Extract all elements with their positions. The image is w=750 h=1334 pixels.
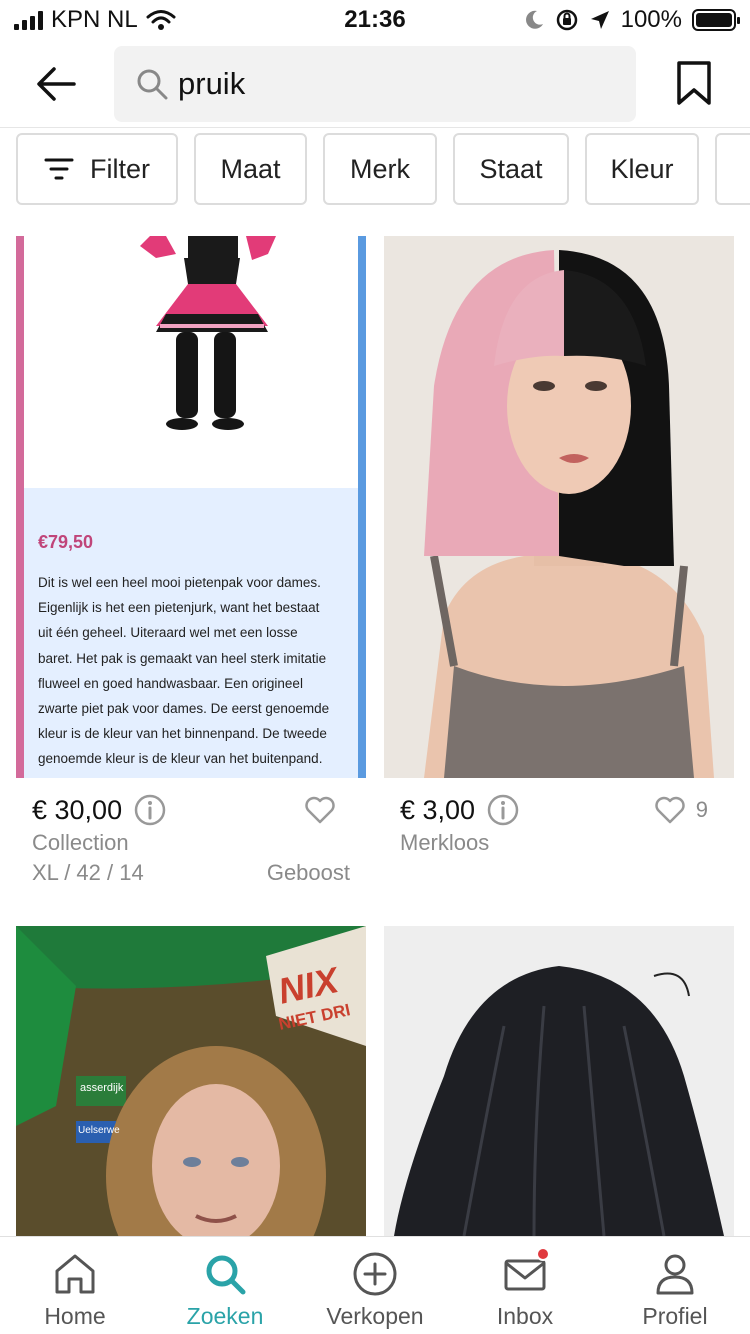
favorite-button[interactable]: 9	[654, 796, 708, 824]
listing-size: XL / 42 / 14	[32, 860, 144, 885]
listing-card[interactable]: € 3,00 9 Merkloos	[384, 236, 734, 886]
listing-image[interactable]: NIX NIET DRI asserdijk Uelserwe	[16, 926, 366, 1236]
favorite-count: 9	[695, 797, 708, 822]
search-input[interactable]: pruik	[114, 46, 636, 122]
listing-card[interactable]: €79,50 Dit is wel een heel mooi pietenpa…	[16, 236, 366, 886]
filter-chip-kleur[interactable]: Kleur	[585, 133, 699, 205]
search-icon	[137, 69, 168, 100]
tab-label: Inbox	[496, 1303, 554, 1329]
status-right: 100%	[523, 6, 740, 34]
moon-icon	[525, 10, 543, 29]
filter-chip-more[interactable]	[715, 133, 750, 205]
listing-price: € 30,00	[32, 794, 123, 825]
tab-label: Profiel	[642, 1303, 708, 1329]
street-sign-1: asserdijk	[80, 1082, 124, 1094]
status-bar: KPN NL 21:36 100%	[0, 0, 750, 40]
bookmark-icon[interactable]	[676, 60, 712, 106]
listing-image[interactable]: €79,50 Dit is wel een heel mooi pietenpa…	[16, 236, 366, 778]
tab-profile[interactable]: Profiel	[600, 1237, 750, 1334]
price-row: € 30,00	[32, 794, 166, 826]
black-wig-photo	[384, 926, 734, 1236]
wig-photo	[384, 236, 734, 778]
tab-label: Zoeken	[186, 1303, 264, 1329]
tab-search[interactable]: Zoeken	[150, 1237, 300, 1334]
filter-chip-maat[interactable]: Maat	[194, 133, 307, 205]
price-row: € 3,00	[400, 794, 519, 826]
listing-image[interactable]	[384, 236, 734, 778]
tab-inbox[interactable]: Inbox	[450, 1237, 600, 1334]
plus-circle-icon	[353, 1252, 397, 1296]
image-border-right	[358, 236, 366, 778]
battery-percent: 100%	[620, 6, 682, 33]
battery-icon	[692, 9, 740, 31]
tab-home[interactable]: Home	[0, 1237, 150, 1334]
listing-card[interactable]	[384, 926, 734, 1236]
description-line: zwarte piet pak voor dames. De eerst gen…	[38, 701, 330, 717]
search-header: pruik	[0, 40, 750, 128]
user-icon	[656, 1254, 694, 1295]
listing-brand: Merkloos	[400, 830, 490, 855]
image-border-left	[16, 236, 24, 778]
location-icon	[590, 11, 609, 29]
description-line: uit één geheel. Uiteraard wel met een lo…	[38, 625, 298, 641]
info-icon[interactable]	[134, 794, 166, 826]
filter-button[interactable]: Filter	[16, 133, 178, 205]
notification-dot	[536, 1247, 550, 1261]
listing-price: € 3,00	[400, 794, 476, 825]
chip-label: Kleur	[610, 153, 674, 184]
boost-label: Geboost	[266, 860, 350, 885]
tab-sell[interactable]: Verkopen	[300, 1237, 450, 1334]
chip-label: Staat	[479, 153, 543, 184]
chip-label: Merk	[350, 153, 410, 184]
description-line: fluweel en goed handwasbaar. Een origine…	[38, 675, 303, 691]
search-query[interactable]: pruik	[178, 66, 245, 102]
listing-brand: Collection	[32, 830, 129, 855]
description-panel: €79,50 Dit is wel een heel mooi pietenpa…	[24, 488, 358, 778]
search-icon	[206, 1255, 246, 1295]
favorite-button[interactable]	[304, 796, 336, 824]
back-arrow-icon[interactable]	[34, 62, 78, 106]
listing-card[interactable]: NIX NIET DRI asserdijk Uelserwe	[16, 926, 366, 1236]
image-price: €79,50	[38, 532, 94, 552]
listing-image[interactable]	[384, 926, 734, 1236]
filter-icon	[44, 158, 74, 180]
filter-chip-staat[interactable]: Staat	[453, 133, 569, 205]
filter-label: Filter	[90, 153, 150, 184]
info-icon[interactable]	[487, 794, 519, 826]
home-icon	[55, 1254, 95, 1294]
filter-chip-merk[interactable]: Merk	[323, 133, 437, 205]
street-sign-2: Uelserwe	[78, 1125, 120, 1136]
image-description: Dit is wel een heel mooi pietenpak voor …	[38, 570, 354, 772]
tab-label: Home	[44, 1303, 106, 1329]
description-line: Dit is wel een heel mooi pietenpak voor …	[38, 575, 321, 590]
heart-icon	[655, 796, 685, 824]
description-line: Eigenlijk is het een pietenjurk, want he…	[38, 600, 320, 616]
tab-label: Verkopen	[326, 1303, 424, 1329]
costume-figure	[140, 236, 276, 430]
description-line: kleur is de kleur van het binnenpand. De…	[38, 726, 327, 742]
chip-label: Maat	[220, 153, 281, 184]
description-line: baret. Het pak is gemaakt van heel sterk…	[38, 650, 327, 666]
tab-bar: Home Zoeken Verkopen Inbox Profiel	[0, 1236, 750, 1334]
description-line: genoemde kleur is de kleur van het buite…	[38, 751, 323, 767]
filter-bar: Filter Maat Merk Staat Kleur	[16, 133, 750, 205]
rotation-lock-icon	[556, 9, 577, 31]
heart-icon	[305, 796, 335, 824]
